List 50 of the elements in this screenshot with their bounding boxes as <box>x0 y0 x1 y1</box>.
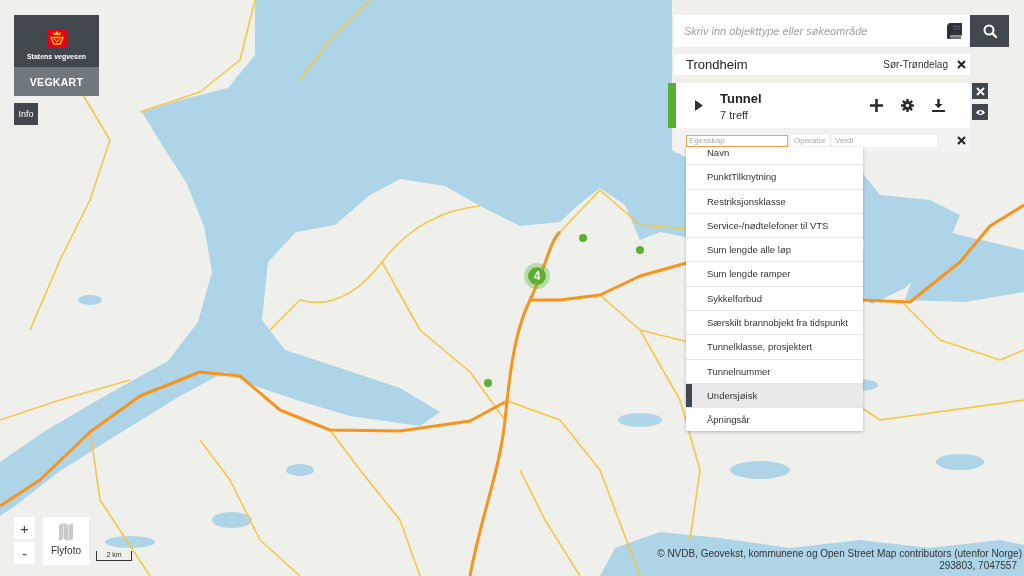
search-button[interactable] <box>970 15 1009 47</box>
lake <box>105 536 155 548</box>
attribution-text: © NVDB, Geovekst, kommunene og Open Street Map contributors (utenfor Norge) <box>657 548 1022 560</box>
lake <box>78 295 102 305</box>
dropdown-item[interactable]: Tunnelnummer <box>686 359 863 384</box>
eye-icon <box>975 107 985 117</box>
dropdown-item[interactable]: Navn <box>686 147 863 166</box>
app-name-button[interactable]: VEGKART <box>14 67 99 96</box>
download-icon[interactable] <box>932 99 945 112</box>
result-title: Tunnel <box>720 90 762 106</box>
info-button[interactable]: Info <box>14 103 38 125</box>
plus-icon[interactable] <box>870 99 883 112</box>
dropdown-item[interactable]: Undersjøisk <box>686 383 863 409</box>
visibility-button[interactable] <box>972 104 988 120</box>
close-icon <box>975 86 985 96</box>
close-icon[interactable] <box>957 60 966 69</box>
lake <box>936 454 984 470</box>
zoom-out-button[interactable]: - <box>14 542 35 564</box>
close-button[interactable] <box>972 83 988 99</box>
close-icon[interactable] <box>957 136 966 145</box>
dropdown-item[interactable]: Åpningsår <box>686 408 863 431</box>
filter-field[interactable]: Egenskap <box>686 134 788 147</box>
dropdown-item[interactable]: Tunnelklasse, prosjektert <box>686 335 863 360</box>
map-icon <box>59 523 73 541</box>
dropdown-item[interactable]: Sum lengde alle løp <box>686 238 863 263</box>
lake <box>618 413 662 427</box>
region-name: Sør-Trøndelag <box>883 59 948 70</box>
crest-icon <box>46 29 67 47</box>
dropdown-item[interactable]: Restriksjonsklasse <box>686 189 863 214</box>
search-field[interactable]: Skriv inn objekttype eller søkeområde <box>674 15 969 47</box>
search-icon <box>982 24 997 38</box>
dropdown-item[interactable]: PunktTilknytning <box>686 165 863 190</box>
result-count: 7 treff <box>720 108 749 121</box>
lake <box>286 464 314 476</box>
aerial-photo-button[interactable]: Flyfoto <box>43 517 89 565</box>
map-marker-icon[interactable] <box>579 234 587 242</box>
lake <box>212 512 252 528</box>
dropdown-item[interactable]: Sum lengde ramper <box>686 262 863 287</box>
dropdown-item[interactable]: Sykkelforbud <box>686 286 863 312</box>
book-icon[interactable] <box>947 23 962 39</box>
map-marker-icon[interactable] <box>484 379 492 387</box>
dropdown-item[interactable]: Særskilt brannobjekt fra tidspunkt <box>686 311 863 336</box>
caret-icon[interactable] <box>695 100 703 111</box>
map-marker-icon[interactable] <box>636 246 644 254</box>
area-name: Trondheim <box>686 57 748 72</box>
gear-icon[interactable] <box>901 99 914 112</box>
dropdown-item[interactable]: Service-/nødtelefoner til VTS <box>686 213 863 239</box>
lake <box>730 461 790 479</box>
zoom-in-button[interactable]: + <box>14 517 35 539</box>
coordinates-text: 293803, 7047557 <box>939 560 1017 572</box>
